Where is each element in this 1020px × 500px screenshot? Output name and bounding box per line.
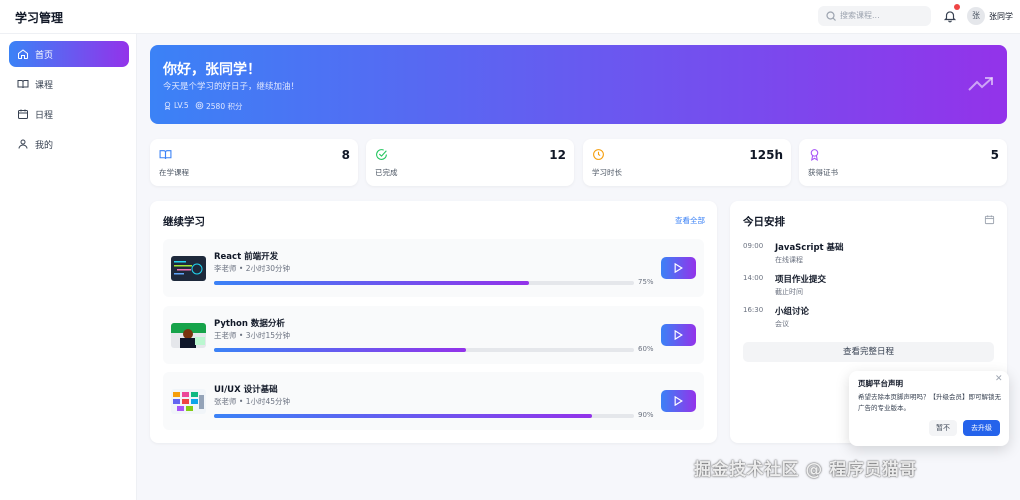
greeting-subtitle: 今天是个学习的好日子，继续加油！ <box>163 82 300 92</box>
progress-fill <box>214 348 466 352</box>
coin-icon <box>195 101 204 110</box>
course-title: UI/UX 设计基础 <box>214 385 278 395</box>
stat-value: 12 <box>549 148 566 162</box>
app-title: 学习管理 <box>15 11 64 25</box>
notice-body: 希望去除本页脚声明吗？【升级会员】即可解锁无广告的专业版本。 <box>858 393 1001 412</box>
stat-card-enrolled: 8 在学课程 <box>150 139 358 186</box>
course-thumbnail <box>171 323 206 348</box>
schedule-subtitle: 会议 <box>775 320 789 328</box>
play-icon <box>674 330 683 340</box>
schedule-item[interactable]: 16:30 小组讨论 会议 <box>743 306 993 334</box>
schedule-time: 14:00 <box>743 274 764 282</box>
progress-fill <box>214 414 592 418</box>
progress-bar <box>214 281 634 285</box>
check-circle-icon <box>376 149 387 160</box>
schedule-item[interactable]: 14:00 项目作业提交 截止时间 <box>743 274 993 302</box>
home-icon <box>18 49 28 59</box>
schedule-time: 09:00 <box>743 242 764 250</box>
award-icon <box>164 101 171 110</box>
stat-value: 8 <box>341 148 350 162</box>
card-title: 继续学习 <box>163 216 205 228</box>
progress-percent: 60% <box>638 345 654 353</box>
book-icon <box>159 150 172 159</box>
award-icon <box>810 149 819 161</box>
stat-card-certificates: 5 获得证书 <box>799 139 1007 186</box>
course-meta: 张老师 • 1小时45分钟 <box>214 397 291 406</box>
view-full-schedule-button[interactable]: 查看完整日程 <box>743 342 994 362</box>
course-title: React 前端开发 <box>214 252 279 262</box>
watermark: 掘金技术社区 @ 程序员猫哥 <box>694 460 917 480</box>
user-icon <box>18 139 28 149</box>
play-button[interactable] <box>661 390 696 412</box>
progress-bar <box>214 348 634 352</box>
course-thumbnail <box>171 389 206 414</box>
welcome-banner: 你好，张同学！ 今天是个学习的好日子，继续加油！ LV.5 2580 积分 <box>150 45 1007 124</box>
schedule-title: 项目作业提交 <box>775 275 827 285</box>
course-title: Python 数据分析 <box>214 319 285 329</box>
stat-label: 学习时长 <box>592 168 622 177</box>
continue-learning-card: 继续学习 查看全部 React 前端开发 李老师 • 2小时30分钟 75% P… <box>150 201 717 443</box>
course-meta: 王老师 • 3小时15分钟 <box>214 331 291 340</box>
avatar[interactable]: 张 <box>967 7 985 25</box>
sidebar: 首页 课程 日程 我的 <box>0 34 137 500</box>
progress-percent: 75% <box>638 278 654 286</box>
schedule-title: 小组讨论 <box>775 307 810 317</box>
calendar-icon <box>18 109 28 119</box>
top-bar: 学习管理 搜索课程... 张 张同学 <box>0 0 1020 34</box>
sidebar-item-profile[interactable]: 我的 <box>9 131 129 157</box>
progress-percent: 90% <box>638 411 654 419</box>
stat-value: 5 <box>990 148 999 162</box>
not-now-button[interactable]: 暂不 <box>929 420 957 436</box>
sidebar-item-home[interactable]: 首页 <box>9 41 129 67</box>
course-row[interactable]: Python 数据分析 王老师 • 3小时15分钟 60% <box>163 306 704 364</box>
greeting: 你好，张同学！ <box>163 62 261 78</box>
course-thumbnail <box>171 256 206 281</box>
search-placeholder: 搜索课程... <box>840 11 880 20</box>
play-button[interactable] <box>661 257 696 279</box>
schedule-item[interactable]: 09:00 JavaScript 基础 在线课程 <box>743 242 993 270</box>
stat-label: 获得证书 <box>808 168 838 177</box>
sidebar-item-courses[interactable]: 课程 <box>9 71 129 97</box>
close-icon[interactable]: ✕ <box>995 374 1003 384</box>
trending-up-icon <box>968 77 993 91</box>
book-icon <box>17 80 29 89</box>
clock-icon <box>593 149 604 160</box>
search-icon <box>826 11 836 21</box>
schedule-subtitle: 在线课程 <box>775 256 803 264</box>
bell-icon[interactable] <box>943 9 957 23</box>
course-row[interactable]: UI/UX 设计基础 张老师 • 1小时45分钟 90% <box>163 372 704 430</box>
play-button[interactable] <box>661 324 696 346</box>
play-icon <box>674 396 683 406</box>
search-input[interactable]: 搜索课程... <box>818 6 931 26</box>
sidebar-item-label: 日程 <box>35 111 54 121</box>
schedule-title: JavaScript 基础 <box>775 243 844 253</box>
stat-card-hours: 125h 学习时长 <box>583 139 791 186</box>
progress-fill <box>214 281 529 285</box>
schedule-time: 16:30 <box>743 306 764 314</box>
stat-card-completed: 12 已完成 <box>366 139 574 186</box>
sidebar-item-label: 课程 <box>35 81 54 91</box>
course-row[interactable]: React 前端开发 李老师 • 2小时30分钟 75% <box>163 239 704 297</box>
course-meta: 李老师 • 2小时30分钟 <box>214 264 291 273</box>
play-icon <box>674 263 683 273</box>
stat-label: 已完成 <box>375 168 398 177</box>
card-title: 今日安排 <box>743 216 785 228</box>
calendar-icon[interactable] <box>984 214 995 225</box>
stat-label: 在学课程 <box>159 168 189 177</box>
notification-badge <box>954 4 960 10</box>
upgrade-button[interactable]: 去升级 <box>963 420 1000 436</box>
sidebar-item-label: 首页 <box>35 51 54 61</box>
sidebar-item-schedule[interactable]: 日程 <box>9 101 129 127</box>
sidebar-item-label: 我的 <box>35 141 54 151</box>
stat-value: 125h <box>749 148 783 162</box>
progress-bar <box>214 414 634 418</box>
username[interactable]: 张同学 <box>989 11 1013 22</box>
notice-title: 页脚平台声明 <box>858 379 903 388</box>
schedule-subtitle: 截止时间 <box>775 288 803 296</box>
view-all-link[interactable]: 查看全部 <box>675 215 705 226</box>
